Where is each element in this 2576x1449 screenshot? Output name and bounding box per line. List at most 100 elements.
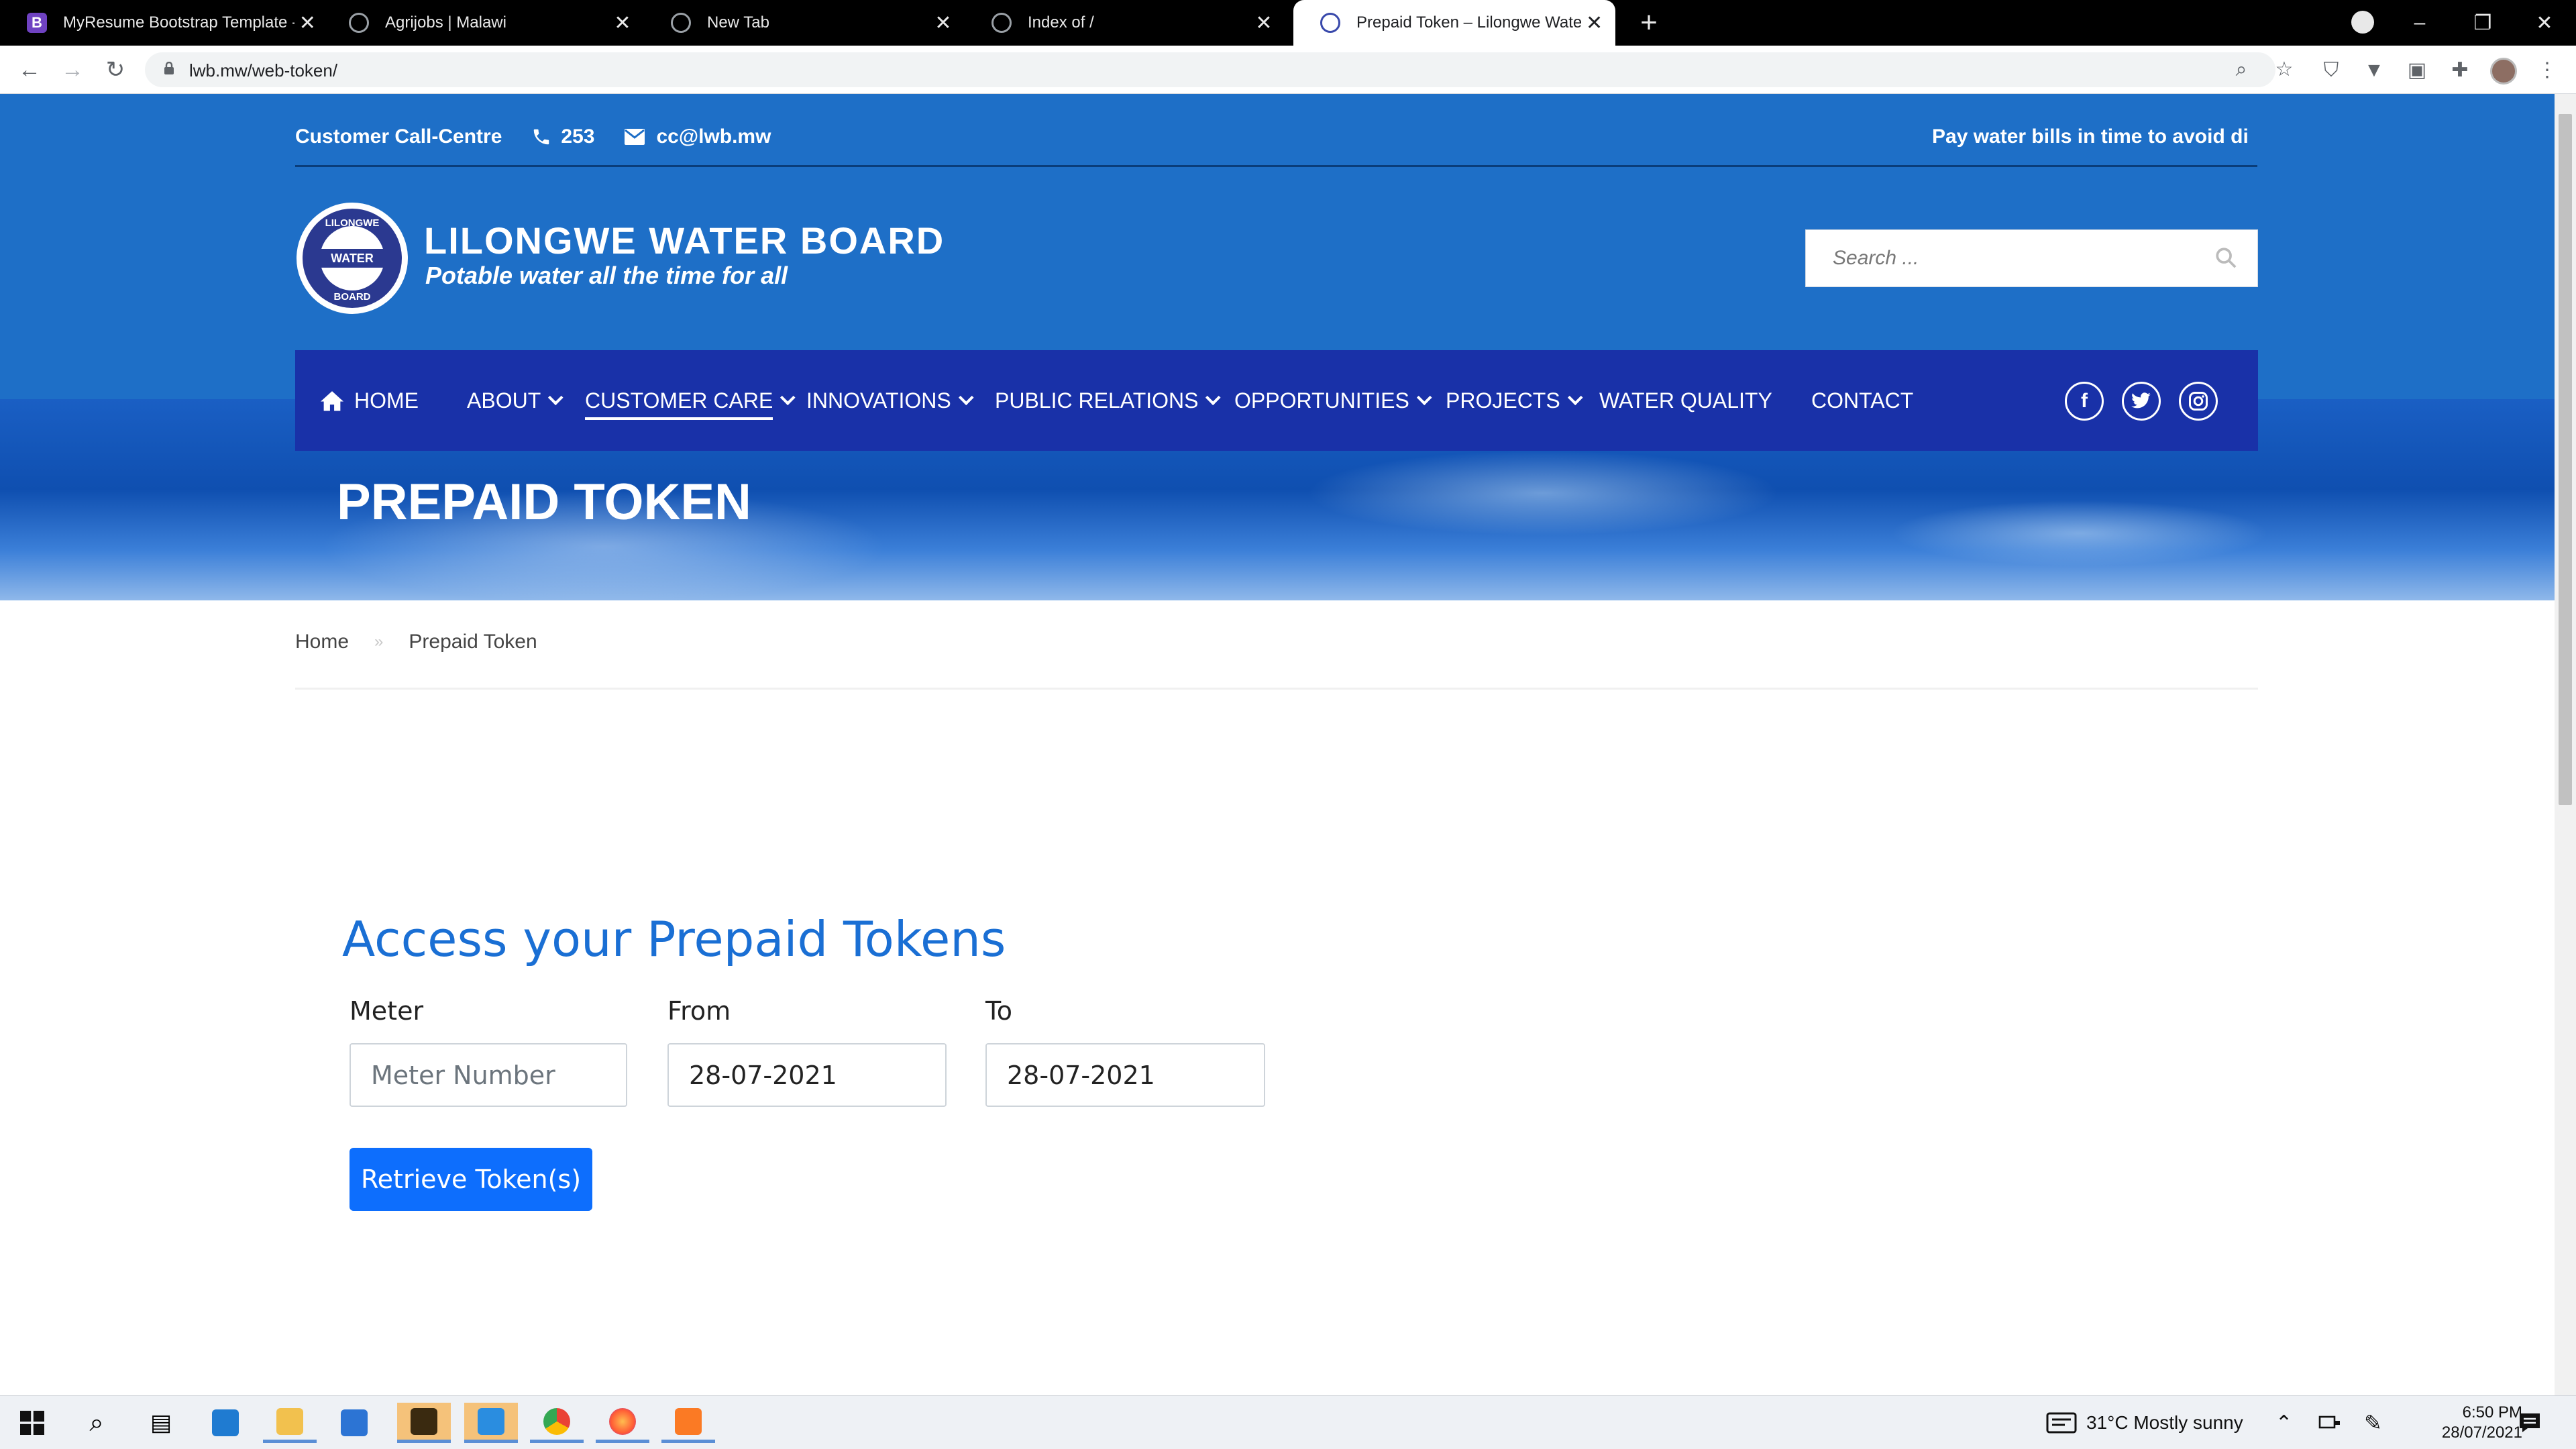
chevron-down-icon — [1205, 390, 1222, 406]
chevron-down-icon — [1567, 390, 1583, 406]
chevron-down-icon — [780, 390, 796, 406]
scrollbar-thumb[interactable] — [2559, 114, 2572, 805]
extension-shield-icon[interactable]: ⛉ — [2320, 59, 2343, 82]
extension-camera-icon[interactable]: ▣ — [2406, 59, 2428, 82]
minimize-button[interactable]: – — [2396, 0, 2443, 46]
taskbar-search-icon[interactable]: ⌕ — [70, 1403, 123, 1443]
nav-home[interactable]: HOME — [319, 350, 419, 451]
tab-index-of[interactable]: Index of / ✕ — [965, 0, 1285, 46]
close-tab-icon[interactable]: ✕ — [930, 11, 957, 35]
close-tab-icon[interactable]: ✕ — [609, 11, 636, 35]
network-icon[interactable] — [2318, 1396, 2341, 1449]
breadcrumb-home-link[interactable]: Home — [295, 631, 349, 653]
nav-projects[interactable]: PROJECTS — [1446, 350, 1583, 451]
windows-start-icon[interactable] — [5, 1403, 59, 1443]
tab-new-tab[interactable]: New Tab ✕ — [644, 0, 965, 46]
site-tagline: Potable water all the time for all — [425, 262, 788, 289]
tab-title: New Tab — [707, 13, 769, 32]
nav-public-relations-label: PUBLIC RELATIONS — [995, 388, 1199, 413]
search-input[interactable] — [1806, 230, 2208, 286]
instagram-camera-glyph — [2189, 392, 2208, 411]
tray-overflow-chevron-icon[interactable]: ⌃ — [2275, 1396, 2292, 1449]
zoom-icon[interactable]: ⌕ — [2230, 58, 2253, 81]
logo-ring-bottom-text: BOARD — [334, 291, 371, 303]
nav-public-relations[interactable]: PUBLIC RELATIONS — [995, 350, 1222, 451]
email-link[interactable]: cc@lwb.mw — [656, 125, 771, 148]
phone-number[interactable]: 253 — [561, 125, 594, 148]
chevron-down-icon — [1416, 390, 1432, 406]
tab-search-icon[interactable] — [2351, 11, 2374, 34]
clock-time: 6:50 PM — [2462, 1403, 2522, 1421]
site-title[interactable]: LILONGWE WATER BOARD — [424, 219, 945, 262]
logo-ring-top-text: LILONGWE — [325, 217, 380, 229]
form-heading: Access your Prepaid Tokens — [342, 911, 1006, 967]
screen: B MyResume Bootstrap Template - ✕ Agrijo… — [0, 0, 2576, 1449]
window-close-button[interactable]: ✕ — [2521, 0, 2568, 46]
firefox-icon[interactable] — [596, 1403, 649, 1443]
lwb-logo[interactable]: WATER LILONGWE BOARD — [297, 203, 408, 314]
vscode-icon[interactable] — [199, 1403, 252, 1443]
pen-ink-icon[interactable]: ✎ — [2364, 1396, 2382, 1449]
xampp-icon[interactable] — [661, 1403, 715, 1443]
search-icon[interactable] — [2214, 246, 2237, 269]
page-scrollbar[interactable] — [2555, 94, 2576, 1395]
chrome-icon[interactable] — [530, 1403, 584, 1443]
close-tab-icon[interactable]: ✕ — [294, 11, 321, 35]
windows-logo-glyph — [20, 1411, 44, 1435]
address-bar[interactable]: lwb.mw/web-token/ ⌕ ☆ — [145, 52, 2293, 87]
tab-agrijobs[interactable]: Agrijobs | Malawi ✕ — [322, 0, 644, 46]
from-date-input[interactable] — [667, 1043, 947, 1107]
from-label: From — [667, 996, 731, 1026]
notifications-icon[interactable] — [2518, 1396, 2541, 1449]
twitter-icon[interactable] — [2122, 382, 2161, 421]
shield-app-icon[interactable] — [464, 1403, 518, 1443]
main-navigation: HOME ABOUT CUSTOMER CARE INNOVATIONS PUB… — [295, 350, 2258, 451]
instagram-icon[interactable] — [2179, 382, 2218, 421]
tab-prepaid-token[interactable]: Prepaid Token – Lilongwe Water ✕ — [1293, 0, 1615, 46]
close-tab-icon[interactable]: ✕ — [1581, 11, 1607, 35]
nav-opportunities-label: OPPORTUNITIES — [1234, 388, 1409, 413]
new-tab-button[interactable]: + — [1631, 5, 1666, 40]
nav-about-label: ABOUT — [467, 388, 541, 413]
tab-title: Prepaid Token – Lilongwe Water — [1356, 13, 1582, 32]
reload-icon[interactable]: ↻ — [99, 54, 131, 86]
facebook-icon[interactable]: f — [2065, 382, 2104, 421]
task-view-icon[interactable]: ▤ — [134, 1403, 188, 1443]
web-page: Customer Call-Centre 253 cc@lwb.mw Pay w… — [0, 94, 2555, 1395]
taskbar-clock[interactable]: 6:50 PM 28/07/2021 — [2388, 1403, 2522, 1443]
tab-title: Index of / — [1028, 13, 1094, 32]
restore-button[interactable]: ❐ — [2459, 0, 2506, 46]
nav-innovations[interactable]: INNOVATIONS — [806, 350, 974, 451]
windows-taskbar: ⌕ ▤ 31°C Mostly sunny ⌃ ✎ 6:50 PM 28/07/… — [0, 1395, 2576, 1449]
clock-date: 28/07/2021 — [2441, 1424, 2522, 1442]
browser-menu-icon[interactable]: ⋮ — [2536, 59, 2559, 82]
mail-icon[interactable] — [327, 1403, 381, 1443]
profile-avatar[interactable] — [2490, 58, 2517, 85]
breadcrumb: Home » Prepaid Token — [295, 631, 537, 653]
back-arrow-icon[interactable]: ← — [13, 54, 46, 86]
weather-widget[interactable]: 31°C Mostly sunny — [2046, 1396, 2243, 1449]
meter-number-input[interactable] — [350, 1043, 627, 1107]
forward-arrow-icon[interactable]: → — [56, 54, 89, 86]
nav-opportunities[interactable]: OPPORTUNITIES — [1234, 350, 1432, 451]
sticky-notes-icon[interactable] — [397, 1403, 451, 1443]
to-date-input[interactable] — [985, 1043, 1265, 1107]
network-glyph — [2318, 1415, 2340, 1429]
breadcrumb-separator: » — [374, 633, 384, 651]
extensions-puzzle-icon[interactable]: ✚ — [2449, 59, 2471, 82]
bookmark-star-icon[interactable]: ☆ — [2273, 58, 2296, 81]
retrieve-tokens-button[interactable]: Retrieve Token(s) — [350, 1148, 592, 1211]
nav-about[interactable]: ABOUT — [467, 350, 564, 451]
close-tab-icon[interactable]: ✕ — [1250, 11, 1277, 35]
file-explorer-icon[interactable] — [263, 1403, 317, 1443]
nav-contact[interactable]: CONTACT — [1811, 350, 1913, 451]
nav-water-quality[interactable]: WATER QUALITY — [1599, 350, 1772, 451]
browser-tab-strip: B MyResume Bootstrap Template - ✕ Agrijo… — [0, 0, 2576, 46]
extension-v-icon[interactable]: ▼ — [2363, 59, 2385, 82]
tab-myresume[interactable]: B MyResume Bootstrap Template - ✕ — [0, 0, 329, 46]
globe-favicon-icon — [991, 13, 1012, 33]
email-envelope-icon — [625, 129, 645, 145]
logo-center-text: WATER — [331, 252, 374, 265]
news-weather-icon — [2046, 1412, 2077, 1434]
nav-customer-care[interactable]: CUSTOMER CARE — [585, 350, 796, 451]
